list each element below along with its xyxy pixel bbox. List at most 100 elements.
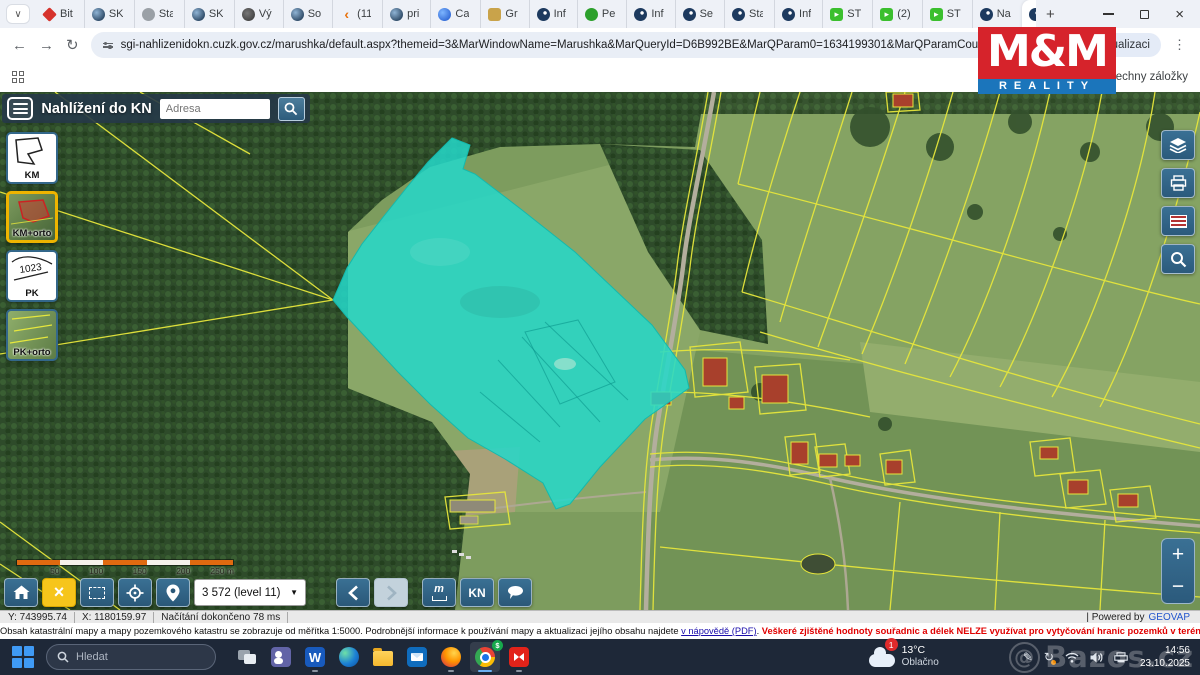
browser-tab[interactable]: Pe	[577, 0, 626, 28]
forward-icon[interactable]: →	[39, 37, 54, 54]
reload-icon[interactable]: ↻	[66, 36, 79, 54]
browser-tab[interactable]: Ca	[430, 0, 480, 28]
pen-icon[interactable]: ✎	[1023, 650, 1033, 664]
search-button[interactable]	[278, 97, 305, 121]
lasso-select-button[interactable]	[498, 578, 532, 607]
browser-tab[interactable]: Gr	[480, 0, 528, 28]
finish-update-button[interactable]: Dokončit aktualizaci	[1037, 33, 1161, 57]
teams-button[interactable]	[266, 642, 296, 672]
tab-search-chevron-icon[interactable]: ∨	[6, 4, 30, 24]
all-bookmarks-button[interactable]: Všechny záložky	[1082, 71, 1188, 83]
outlook-button[interactable]	[402, 642, 432, 672]
layer-switcher: KM KM+orto 1023 PK PK+orto	[6, 132, 58, 361]
browser-tab[interactable]: Inf	[774, 0, 822, 28]
tab-favicon	[830, 8, 843, 21]
firefox-button[interactable]	[436, 642, 466, 672]
address-search-input[interactable]	[160, 99, 270, 119]
tab-favicon	[930, 8, 943, 21]
kn-info-button[interactable]: KN	[460, 578, 494, 607]
printer-device-icon[interactable]	[1114, 652, 1128, 663]
omnibox[interactable]: sgi-nahlizenidokn.cuzk.gov.cz/marushka/d…	[91, 32, 1026, 58]
layers-tool-button[interactable]	[1161, 130, 1195, 160]
browser-menu-icon[interactable]: ⋮	[1173, 37, 1186, 53]
browser-tab[interactable]: So	[283, 0, 332, 28]
weather-widget[interactable]: 1 13°C Oblačno	[869, 644, 939, 670]
taskbar-search-input[interactable]	[76, 651, 186, 663]
chevron-right-icon	[386, 585, 397, 601]
tab-label: ST	[847, 8, 861, 20]
browser-tab[interactable]: SK	[84, 0, 134, 28]
browser-tab[interactable]: Na	[972, 0, 1022, 28]
tab-label: Ca	[455, 8, 469, 20]
menu-hamburger-icon[interactable]	[7, 97, 33, 120]
geovap-link[interactable]: GEOVAP	[1149, 612, 1191, 623]
close-window-button[interactable]: ×	[1175, 6, 1184, 23]
browser-tab[interactable]: Inf	[626, 0, 674, 28]
tab-label: ST	[947, 8, 961, 20]
acrobat-button[interactable]	[504, 642, 534, 672]
tab-favicon	[683, 8, 696, 21]
clock-widget[interactable]: 14:56 23.10.2025	[1140, 644, 1190, 670]
select-area-button[interactable]	[80, 578, 114, 607]
history-back-button[interactable]	[336, 578, 370, 607]
layer-button-km-orto[interactable]: KM+orto	[6, 191, 58, 243]
new-tab-button[interactable]: +	[1046, 6, 1055, 23]
minimize-button[interactable]	[1103, 13, 1114, 15]
zoom-out-button[interactable]: −	[1162, 571, 1194, 603]
layer-button-pk-orto[interactable]: PK+orto	[6, 309, 58, 361]
browser-tab-strip: ∨ Bit SK Sta SK Vý	[0, 0, 1200, 28]
browser-tab[interactable]: Bit	[36, 0, 84, 28]
browser-tab[interactable]: SK	[184, 0, 234, 28]
layer-button-pk[interactable]: 1023 PK	[6, 250, 58, 302]
browser-tab[interactable]: Vý	[234, 0, 283, 28]
browser-tab[interactable]: Sta	[134, 0, 184, 28]
clock-time: 14:56	[1165, 644, 1190, 657]
scale-level-dropdown[interactable]: 3 572 (level 11) ▼	[194, 579, 306, 606]
home-icon	[13, 585, 30, 600]
tab-list: Bit SK Sta SK Vý So	[36, 0, 1036, 28]
site-settings-icon[interactable]	[103, 43, 113, 48]
file-explorer-button[interactable]	[368, 642, 398, 672]
powered-by-label: | Powered by	[1086, 612, 1144, 623]
back-icon[interactable]: ←	[12, 37, 27, 54]
history-forward-button[interactable]	[374, 578, 408, 607]
browser-tab[interactable]: Inf	[529, 0, 577, 28]
sync-icon[interactable]: ↻	[1044, 650, 1054, 664]
word-button[interactable]: W	[300, 642, 330, 672]
browser-tab[interactable]: (2)	[872, 0, 921, 28]
legend-button[interactable]	[1161, 206, 1195, 236]
task-view-button[interactable]	[232, 642, 262, 672]
browser-tab[interactable]: ST	[922, 0, 972, 28]
location-pin-button[interactable]	[156, 578, 190, 607]
print-button[interactable]	[1161, 168, 1195, 198]
zoom-in-button[interactable]: +	[1162, 539, 1194, 571]
browser-tab[interactable]: Se	[675, 0, 724, 28]
measure-button[interactable]: m	[422, 578, 456, 607]
chrome-button[interactable]: $	[470, 642, 500, 672]
browser-tab[interactable]: ST	[822, 0, 872, 28]
browser-tab[interactable]: Sta	[724, 0, 774, 28]
bookmark-star-icon[interactable]: ☆	[1002, 37, 1014, 53]
home-button[interactable]	[4, 578, 38, 607]
center-target-button[interactable]	[118, 578, 152, 607]
taskbar-search[interactable]	[46, 644, 216, 670]
wifi-icon[interactable]	[1065, 652, 1079, 663]
browser-tab[interactable]: pri	[382, 0, 430, 28]
browser-tab[interactable]: ×	[1022, 0, 1036, 28]
browser-tab[interactable]: (11	[332, 0, 382, 28]
start-button[interactable]	[10, 644, 36, 670]
apps-grid-icon[interactable]	[12, 71, 25, 84]
clock-date: 23.10.2025	[1140, 657, 1190, 670]
edge-button[interactable]	[334, 642, 364, 672]
edge-icon	[339, 647, 359, 667]
volume-icon[interactable]	[1090, 652, 1103, 663]
layer-button-km[interactable]: KM	[6, 132, 58, 184]
restore-button[interactable]	[1140, 10, 1149, 19]
aerial-map-canvas[interactable]	[0, 92, 1200, 610]
tab-label: (2)	[897, 8, 910, 20]
url-text[interactable]: sgi-nahlizenidokn.cuzk.gov.cz/marushka/d…	[121, 39, 994, 51]
help-pdf-link[interactable]: v nápovědě (PDF)	[681, 626, 756, 636]
tab-favicon	[782, 8, 795, 21]
zoom-search-button[interactable]	[1161, 244, 1195, 274]
cancel-selection-button[interactable]: ×	[42, 578, 76, 607]
